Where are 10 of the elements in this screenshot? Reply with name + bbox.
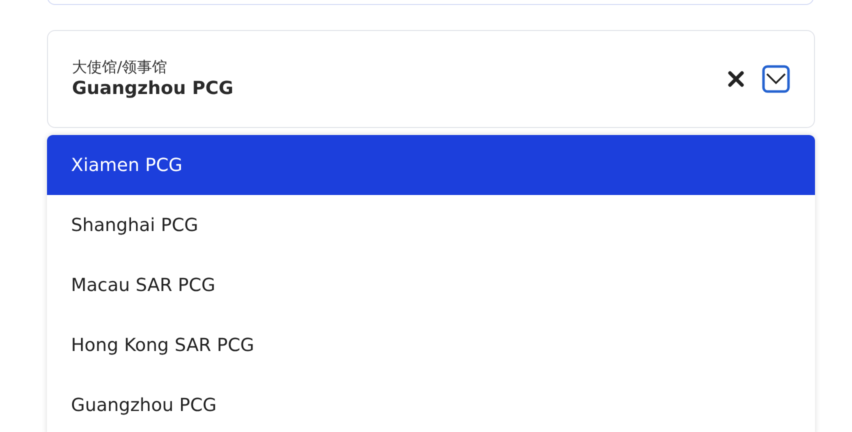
field-label: 大使馆/领事馆 [72,57,168,77]
dropdown-option[interactable]: Xiamen PCG [47,135,815,195]
close-icon[interactable] [727,70,745,88]
select-field[interactable]: 大使馆/领事馆 Guangzhou PCG [47,30,815,128]
dropdown-option[interactable]: Hong Kong SAR PCG [47,315,815,375]
dropdown-option[interactable]: Shanghai PCG [47,195,815,255]
chevron-down-icon[interactable] [762,65,790,93]
dropdown-option[interactable]: Macau SAR PCG [47,255,815,315]
dropdown-option[interactable]: Guangzhou PCG [47,375,815,432]
field-value: Guangzhou PCG [72,77,234,101]
